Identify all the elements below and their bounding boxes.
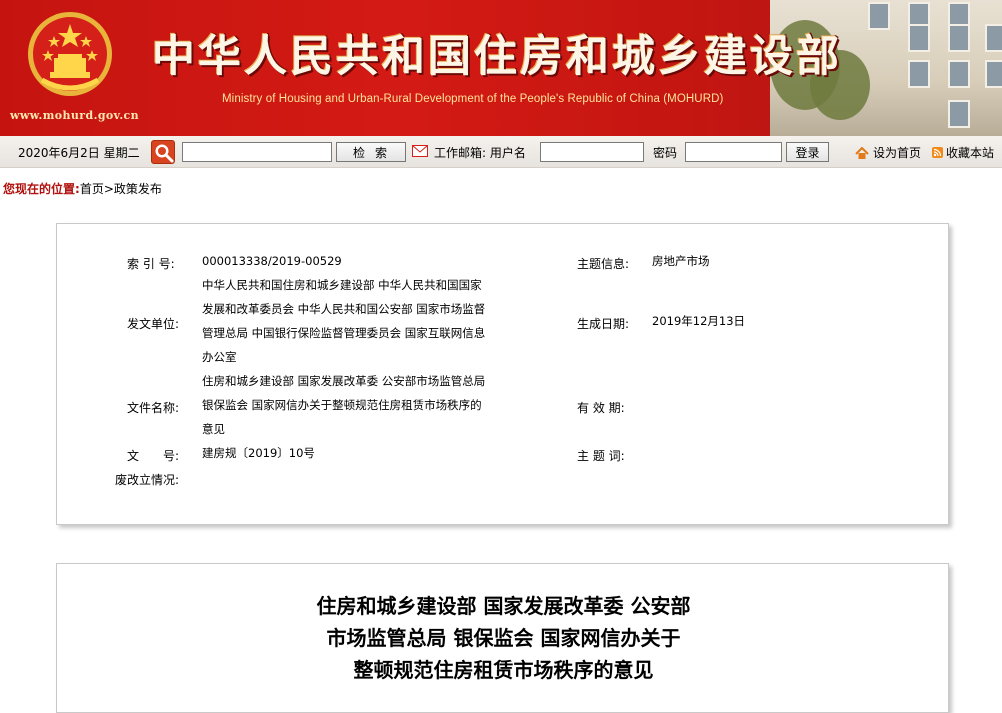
topic-label: 主题信息:	[577, 257, 630, 271]
window	[948, 100, 970, 128]
window	[948, 60, 970, 88]
document-info-card: 索 引 号: 发文单位: 文件名称: 文 号: 废改立情况: 000013338…	[56, 223, 949, 525]
window	[868, 2, 890, 30]
status-label: 废改立情况:	[115, 473, 180, 487]
date-label: 生成日期:	[577, 317, 630, 331]
password-label: 密码	[653, 146, 678, 160]
document-content-card: 住房和城乡建设部 国家发展改革委 公安部 市场监管总局 银保监会 国家网信办关于…	[56, 563, 949, 713]
national-emblem-icon	[28, 12, 112, 96]
breadcrumb-separator: >	[103, 182, 114, 196]
filename-line: 住房和城乡建设部 国家发展改革委 公安部市场监管总局	[202, 374, 486, 388]
document-title-line: 市场监管总局 银保监会 国家网信办关于	[326, 626, 681, 650]
docno-value: 建房规〔2019〕10号	[202, 446, 315, 460]
site-banner: www.mohurd.gov.cn 中华人民共和国住房和城乡建设部 Minist…	[0, 0, 1002, 136]
issuer-line: 办公室	[202, 350, 237, 364]
search-input[interactable]	[182, 142, 332, 162]
document-title: 住房和城乡建设部 国家发展改革委 公安部 市场监管总局 银保监会 国家网信办关于…	[57, 590, 950, 686]
window	[985, 24, 1002, 52]
filename-value: 住房和城乡建设部 国家发展改革委 公安部市场监管总局 银保监会 国家网信办关于整…	[202, 369, 522, 441]
magnifier-icon	[155, 144, 174, 163]
index-label: 索 引 号:	[127, 257, 175, 271]
site-title-cn: 中华人民共和国住房和城乡建设部	[152, 32, 842, 82]
issuer-line: 发展和改革委员会 中华人民共和国公安部 国家市场监督	[202, 302, 486, 316]
login-button[interactable]: 登录	[786, 142, 829, 162]
mail-icon	[412, 145, 428, 160]
keywords-label: 主 题 词:	[577, 449, 625, 463]
topic-value: 房地产市场	[652, 254, 710, 268]
filename-label: 文件名称:	[127, 401, 180, 415]
document-title-line: 住房和城乡建设部 国家发展改革委 公安部	[316, 594, 691, 618]
password-input[interactable]	[685, 142, 782, 162]
date-value: 2019年12月13日	[652, 314, 746, 328]
bookmark-link[interactable]: 收藏本站	[932, 144, 994, 161]
breadcrumb-current[interactable]: 政策发布	[114, 182, 162, 196]
window	[985, 60, 1002, 88]
site-url: www.mohurd.gov.cn	[10, 109, 140, 122]
breadcrumb-home[interactable]: 首页	[80, 182, 104, 196]
docno-label: 文 号:	[127, 449, 180, 463]
issuer-label: 发文单位:	[127, 317, 180, 331]
filename-line: 意见	[202, 422, 225, 436]
bookmark-label: 收藏本站	[946, 146, 995, 160]
site-title-en: Ministry of Housing and Urban-Rural Deve…	[222, 93, 724, 105]
document-title-line: 整顿规范住房租赁市场秩序的意见	[353, 658, 654, 682]
rss-icon	[932, 147, 943, 158]
search-icon[interactable]	[151, 140, 175, 164]
window	[948, 24, 970, 52]
window	[908, 24, 930, 52]
breadcrumb: 您现在的位置:首页>政策发布	[3, 180, 162, 197]
validity-label: 有 效 期:	[577, 401, 625, 415]
issuer-value: 中华人民共和国住房和城乡建设部 中华人民共和国国家 发展和改革委员会 中华人民共…	[202, 273, 522, 369]
work-mail-label: 工作邮箱: 用户名	[434, 146, 526, 160]
username-input[interactable]	[540, 142, 644, 162]
set-homepage-label: 设为首页	[873, 146, 922, 160]
search-button[interactable]: 检索	[336, 142, 406, 162]
current-date: 2020年6月2日 星期二	[18, 146, 140, 160]
breadcrumb-label: 您现在的位置:	[3, 182, 80, 196]
issuer-line: 中华人民共和国住房和城乡建设部 中华人民共和国国家	[202, 278, 482, 292]
home-icon	[855, 146, 869, 159]
set-homepage-link[interactable]: 设为首页	[855, 144, 921, 161]
window	[908, 60, 930, 88]
issuer-line: 管理总局 中国银行保险监督管理委员会 国家互联网信息	[202, 326, 486, 340]
top-toolbar: 2020年6月2日 星期二 检索 工作邮箱: 用户名 密码 登录 设为首页 收藏…	[0, 136, 1002, 168]
index-value: 000013338/2019-00529	[202, 254, 342, 268]
filename-line: 银保监会 国家网信办关于整顿规范住房租赁市场秩序的	[202, 398, 482, 412]
